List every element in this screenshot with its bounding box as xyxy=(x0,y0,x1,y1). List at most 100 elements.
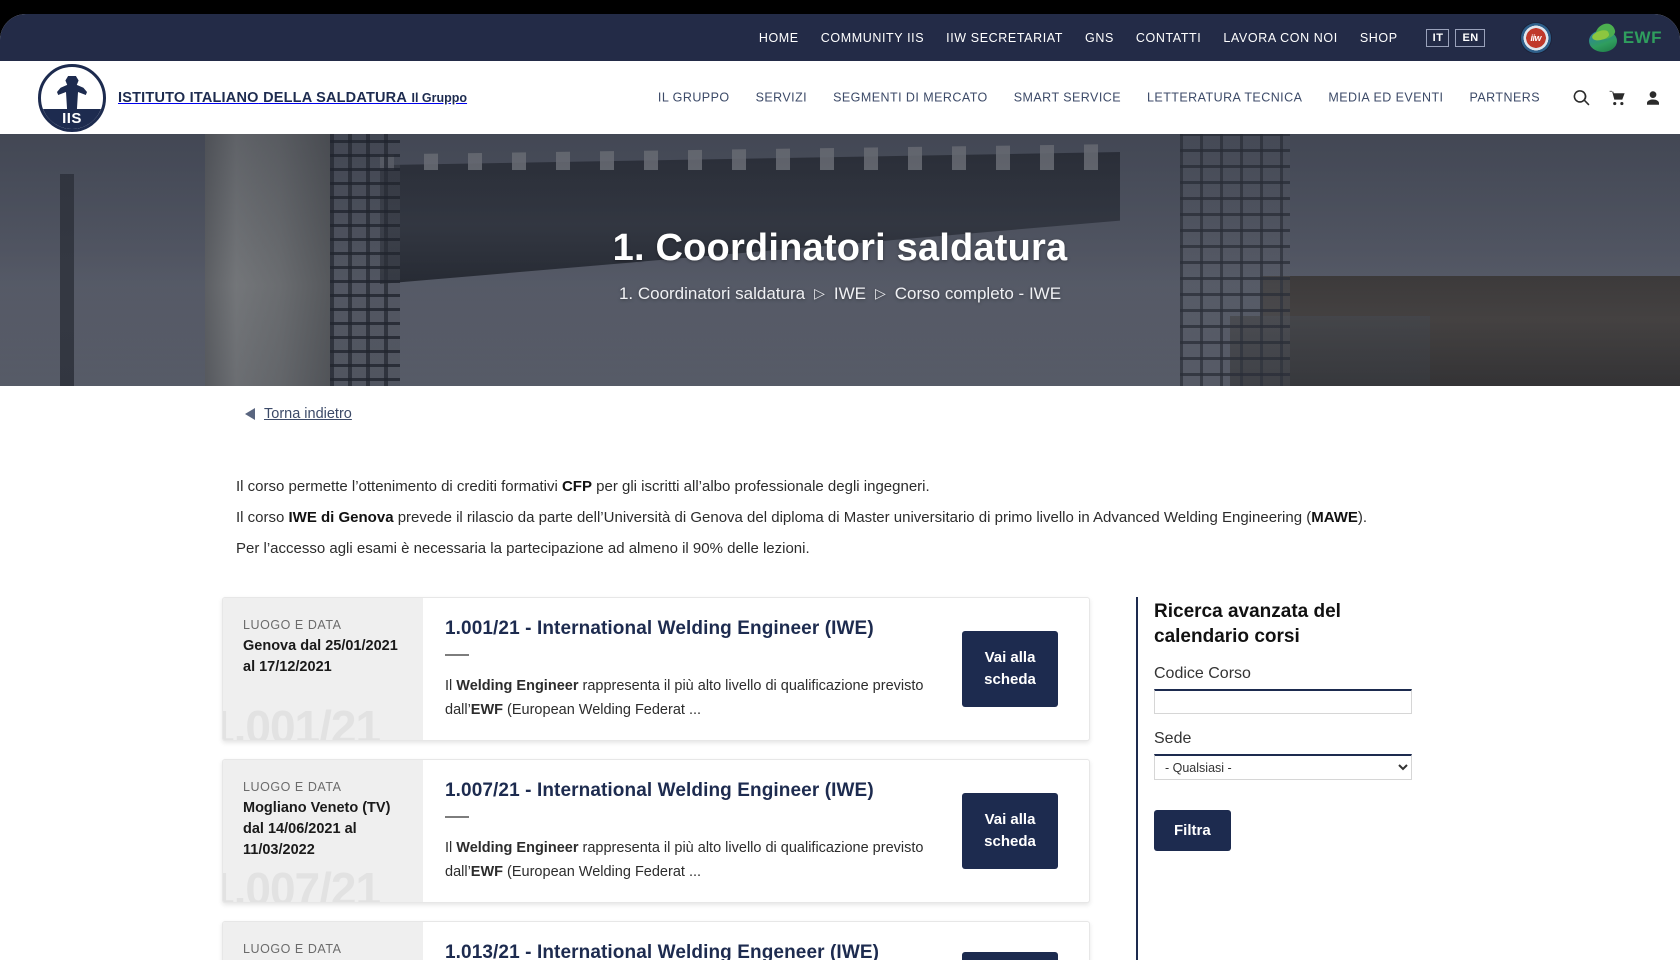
course-description: Il Welding Engineer rappresenta il più a… xyxy=(445,674,929,722)
utility-nav: HOME COMMUNITY IIS IIW SECRETARIAT GNS C… xyxy=(759,21,1662,53)
breadcrumb-separator-icon: ▷ xyxy=(814,285,825,301)
course-card-side: LUOGO E DATA Genova dal 25/01/2021 al 17… xyxy=(223,598,423,740)
course-card-side: LUOGO E DATA Modena dal 22/09/2021 al 22… xyxy=(223,922,423,960)
intro-p2-d: MAWE xyxy=(1311,509,1358,526)
nav-smart-service[interactable]: SMART SERVICE xyxy=(1014,91,1121,105)
sede-select[interactable]: - Qualsiasi - xyxy=(1154,754,1412,780)
utility-link-community-iis[interactable]: COMMUNITY IIS xyxy=(821,31,924,45)
course-cta-wrap: Vai alla scheda xyxy=(939,598,1089,740)
intro-p2-c: prevede il rilascio da parte dell’Univer… xyxy=(393,509,1312,526)
course-cta-wrap: Vai alla scheda xyxy=(939,760,1089,902)
ewf-globe-icon xyxy=(1588,21,1619,52)
course-desc-b: Welding Engineer xyxy=(456,840,579,856)
intro-text: Il corso permette l’ottenimento di credi… xyxy=(0,422,1680,563)
nav-letteratura-tecnica[interactable]: LETTERATURA TECNICA xyxy=(1147,91,1302,105)
intro-p2-b: IWE di Genova xyxy=(288,509,394,526)
course-card[interactable]: LUOGO E DATA Modena dal 22/09/2021 al 22… xyxy=(222,921,1090,960)
brand-line-1: ISTITUTO ITALIANO xyxy=(118,89,259,106)
iiw-logo-label: iiw xyxy=(1530,32,1541,43)
course-divider xyxy=(445,654,469,656)
course-watermark: 1.001/21 xyxy=(223,701,381,740)
utility-link-gns[interactable]: GNS xyxy=(1085,31,1114,45)
breadcrumb-item-2[interactable]: IWE xyxy=(834,284,866,304)
nav-segmenti-di-mercato[interactable]: SEGMENTI DI MERCATO xyxy=(833,91,988,105)
hero-banner: 1. Coordinatori saldatura 1. Coordinator… xyxy=(0,134,1680,386)
go-to-sheet-button[interactable]: Vai alla scheda xyxy=(962,793,1058,869)
content-layout: LUOGO E DATA Genova dal 25/01/2021 al 17… xyxy=(0,565,1680,960)
utility-link-contatti[interactable]: CONTATTI xyxy=(1136,31,1201,45)
intro-p2-a: Il corso xyxy=(236,509,289,526)
course-desc-b: Welding Engineer xyxy=(456,678,579,694)
intro-p1-a: Il corso permette l’ottenimento di credi… xyxy=(236,478,562,495)
site-header: IIS ISTITUTO ITALIANO DELLA SALDATURA Il… xyxy=(0,61,1680,134)
course-desc-e: (European Welding Federat ... xyxy=(503,864,702,880)
nav-il-gruppo[interactable]: IL GRUPPO xyxy=(658,91,730,105)
course-side-label: LUOGO E DATA xyxy=(243,780,342,794)
course-list: LUOGO E DATA Genova dal 25/01/2021 al 17… xyxy=(222,597,1090,960)
course-cta-wrap: Vai alla scheda xyxy=(939,922,1089,960)
utility-bar: HOME COMMUNITY IIS IIW SECRETARIAT GNS C… xyxy=(0,14,1680,61)
course-card-main: 1.001/21 - International Welding Enginee… xyxy=(423,598,939,740)
course-side-label: LUOGO E DATA xyxy=(243,942,342,956)
user-icon[interactable] xyxy=(1644,88,1662,107)
intro-paragraph-1: Il corso permette l’ottenimento di credi… xyxy=(236,472,1680,501)
course-place-date: Mogliano Veneto (TV) dal 14/06/2021 al 1… xyxy=(243,800,391,858)
course-title[interactable]: 1.001/21 - International Welding Enginee… xyxy=(445,618,929,640)
main-content: Torna indietro Il corso permette l’otten… xyxy=(0,386,1680,960)
page-frame: HOME COMMUNITY IIS IIW SECRETARIAT GNS C… xyxy=(0,14,1680,960)
course-desc-a: Il xyxy=(445,678,457,694)
filter-button[interactable]: Filtra xyxy=(1154,810,1231,851)
main-nav: IL GRUPPO SERVIZI SEGMENTI DI MERCATO SM… xyxy=(658,88,1662,107)
nav-media-ed-eventi[interactable]: MEDIA ED EVENTI xyxy=(1328,91,1443,105)
brand-line-3: Il Gruppo xyxy=(411,90,468,105)
cart-icon[interactable] xyxy=(1607,88,1628,107)
course-title[interactable]: 1.013/21 - International Welding Engenee… xyxy=(445,942,929,960)
course-card[interactable]: LUOGO E DATA Mogliano Veneto (TV) dal 14… xyxy=(222,759,1090,903)
codice-corso-input[interactable] xyxy=(1154,689,1412,714)
breadcrumb-item-3: Corso completo - IWE xyxy=(894,283,1062,303)
codice-corso-label: Codice Corso xyxy=(1154,665,1251,682)
course-card-main: 1.013/21 - International Welding Engenee… xyxy=(423,922,939,960)
breadcrumb-item-1[interactable]: 1. Coordinatori saldatura xyxy=(619,284,805,304)
breadcrumb: 1. Coordinatori saldatura ▷ IWE ▷ Corso … xyxy=(619,284,1061,304)
page-title: 1. Coordinatori saldatura xyxy=(612,226,1068,269)
nav-servizi[interactable]: SERVIZI xyxy=(756,91,808,105)
utility-link-home[interactable]: HOME xyxy=(759,31,799,45)
language-en[interactable]: EN xyxy=(1455,28,1485,47)
ewf-logo-label: EWF xyxy=(1622,27,1662,47)
brand-text: ISTITUTO ITALIANO DELLA SALDATURA Il Gru… xyxy=(118,89,467,107)
language-switcher: IT EN xyxy=(1425,28,1485,47)
iiw-logo-icon[interactable]: iiw xyxy=(1520,22,1551,53)
advanced-search-title: Ricerca avanzata del calendario corsi xyxy=(1154,601,1341,647)
intro-p1-c: per gli iscritti all’albo professionale … xyxy=(591,478,930,495)
course-desc-a: Il xyxy=(445,840,457,856)
course-desc-d: EWF xyxy=(470,864,504,880)
search-icon[interactable] xyxy=(1572,88,1591,107)
iis-emblem-label: IIS xyxy=(62,110,82,127)
iis-emblem-icon: IIS xyxy=(38,63,106,132)
utility-link-iiw-secretariat[interactable]: IIW SECRETARIAT xyxy=(946,31,1063,45)
course-title[interactable]: 1.007/21 - International Welding Enginee… xyxy=(445,780,929,802)
intro-p2-e: ). xyxy=(1357,509,1368,526)
back-link[interactable]: Torna indietro xyxy=(0,386,1680,422)
course-place-date: Genova dal 25/01/2021 al 17/12/2021 xyxy=(243,638,398,675)
sede-label: Sede xyxy=(1154,730,1192,747)
go-to-sheet-button[interactable]: Vai alla scheda xyxy=(962,952,1058,960)
utility-link-shop[interactable]: SHOP xyxy=(1360,31,1398,45)
utility-link-lavora-con-noi[interactable]: LAVORA CON NOI xyxy=(1223,31,1337,45)
intro-paragraph-3: Per l’accesso agli esami è necessaria la… xyxy=(236,540,810,557)
back-link-label: Torna indietro xyxy=(264,406,352,422)
course-card-side: LUOGO E DATA Mogliano Veneto (TV) dal 14… xyxy=(223,760,423,902)
advanced-search-panel: Ricerca avanzata del calendario corsi Co… xyxy=(1136,597,1436,960)
nav-partners[interactable]: PARTNERS xyxy=(1469,91,1540,105)
header-icons xyxy=(1572,88,1662,107)
go-to-sheet-button[interactable]: Vai alla scheda xyxy=(962,631,1058,707)
course-card-main: 1.007/21 - International Welding Enginee… xyxy=(423,760,939,902)
brand-logo[interactable]: IIS ISTITUTO ITALIANO DELLA SALDATURA Il… xyxy=(0,63,467,132)
course-card[interactable]: LUOGO E DATA Genova dal 25/01/2021 al 17… xyxy=(222,597,1090,741)
language-it[interactable]: IT xyxy=(1425,28,1450,47)
course-description: Il Welding Engineer rappresenta il più a… xyxy=(445,836,929,884)
course-side-label: LUOGO E DATA xyxy=(243,618,342,632)
intro-p1-b: CFP xyxy=(561,478,592,495)
ewf-logo-icon[interactable]: EWF xyxy=(1588,21,1662,52)
